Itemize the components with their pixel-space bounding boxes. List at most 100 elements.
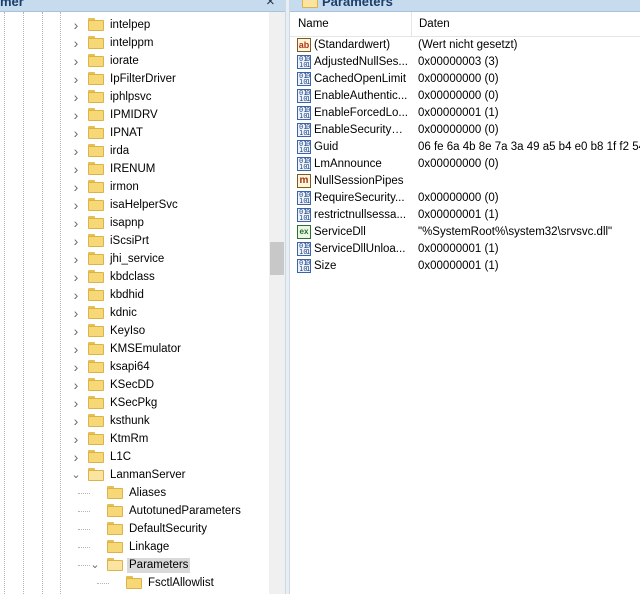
tree-item[interactable]: › IpFilterDriver xyxy=(0,70,269,88)
chevron-right-icon[interactable]: › xyxy=(70,252,82,266)
registry-value-row[interactable]: 01 10 0 1 EnableAuthentic... 0x00000000 (0) xyxy=(290,88,640,105)
values-column-header: Name Daten xyxy=(290,12,640,37)
close-icon[interactable]: × xyxy=(266,0,275,10)
tree-connector xyxy=(78,511,90,512)
chevron-right-icon[interactable]: › xyxy=(70,216,82,230)
tree-item[interactable]: › ksthunk xyxy=(0,412,269,430)
tree-item[interactable]: ⌄ LanmanServer xyxy=(0,466,269,484)
chevron-right-icon[interactable]: › xyxy=(70,234,82,248)
tree-pane-header: mer × xyxy=(0,0,285,12)
chevron-right-icon[interactable]: › xyxy=(70,108,82,122)
tree-item[interactable]: ⌄ Parameters xyxy=(0,556,269,574)
chevron-right-icon[interactable]: › xyxy=(70,414,82,428)
chevron-right-icon[interactable]: › xyxy=(70,72,82,86)
tree-item-label: kdnic xyxy=(110,307,137,319)
tree-item[interactable]: AutotunedParameters xyxy=(0,502,269,520)
registry-value-row[interactable]: 01 10 0 1 EnableForcedLo... 0x00000001 (1) xyxy=(290,105,640,122)
chevron-right-icon[interactable]: › xyxy=(70,180,82,194)
chevron-right-icon[interactable]: › xyxy=(70,162,82,176)
folder-icon xyxy=(88,36,104,49)
tree-item[interactable]: › KSecPkg xyxy=(0,394,269,412)
tree-item[interactable]: › intelppm xyxy=(0,34,269,52)
chevron-right-icon[interactable]: › xyxy=(70,18,82,32)
registry-value-row[interactable]: 01 10 0 1 Size 0x00000001 (1) xyxy=(290,258,640,275)
tree-item[interactable]: › KtmRm xyxy=(0,430,269,448)
chevron-down-icon[interactable]: ⌄ xyxy=(89,558,101,572)
chevron-down-icon[interactable]: ⌄ xyxy=(70,468,82,482)
value-name: ServiceDll xyxy=(314,226,366,238)
tree-item[interactable]: Linkage xyxy=(0,538,269,556)
registry-value-row[interactable]: 01 10 0 1 CachedOpenLimit 0x00000000 (0) xyxy=(290,71,640,88)
value-name: AdjustedNullSes... xyxy=(314,56,408,68)
registry-value-row[interactable]: 01 10 0 1 RequireSecurity... 0x00000000 (0) xyxy=(290,190,640,207)
tree-item[interactable]: › irda xyxy=(0,142,269,160)
chevron-right-icon[interactable]: › xyxy=(70,270,82,284)
tree-item[interactable]: › isaHelperSvc xyxy=(0,196,269,214)
tree-item-label: intelppm xyxy=(110,37,154,49)
tree-item[interactable]: Aliases xyxy=(0,484,269,502)
tree-item[interactable]: › IRENUM xyxy=(0,160,269,178)
value-data: 0x00000001 (1) xyxy=(418,243,499,255)
tree-item[interactable]: › kbdclass xyxy=(0,268,269,286)
tree-item[interactable]: › L1C xyxy=(0,448,269,466)
tree-item-label: FsctlAllowlist xyxy=(148,577,214,589)
registry-value-row[interactable]: ex ServiceDll "%SystemRoot%\system32\srvsv… xyxy=(290,224,640,241)
chevron-right-icon[interactable]: › xyxy=(70,432,82,446)
chevron-right-icon[interactable]: › xyxy=(70,360,82,374)
tree-item[interactable]: › kbdhid xyxy=(0,286,269,304)
tree-item[interactable]: › kdnic xyxy=(0,304,269,322)
registry-value-row[interactable]: 01 10 0 1 ServiceDllUnloa... 0x00000001 (1) xyxy=(290,241,640,258)
tree-connector xyxy=(78,493,90,494)
chevron-right-icon[interactable]: › xyxy=(70,450,82,464)
tree-item[interactable]: FsctlAllowlist xyxy=(0,574,269,592)
chevron-right-icon[interactable]: › xyxy=(70,342,82,356)
tree-item[interactable]: › IPNAT xyxy=(0,124,269,142)
folder-open-icon xyxy=(88,468,104,481)
tree-item[interactable]: › iphlpsvc xyxy=(0,88,269,106)
tree-item-label: L1C xyxy=(110,451,132,463)
tree-item-label: irda xyxy=(110,145,130,157)
value-name: EnableForcedLo... xyxy=(314,107,408,119)
tree-item[interactable]: › ksapi64 xyxy=(0,358,269,376)
folder-icon xyxy=(88,270,104,283)
chevron-right-icon[interactable]: › xyxy=(70,144,82,158)
tree-item[interactable]: › jhi_service xyxy=(0,250,269,268)
column-header-data[interactable]: Daten xyxy=(411,12,639,36)
chevron-right-icon[interactable]: › xyxy=(70,36,82,50)
registry-value-row[interactable]: 01 10 0 1 AdjustedNullSes... 0x00000003 (3) xyxy=(290,54,640,71)
tree-vertical-scrollbar[interactable] xyxy=(269,12,285,594)
column-header-name[interactable]: Name xyxy=(290,12,412,36)
registry-value-row[interactable]: m NullSessionPipes xyxy=(290,173,640,190)
tree-item[interactable]: › isapnp xyxy=(0,214,269,232)
tree-item[interactable]: › KSecDD xyxy=(0,376,269,394)
tree-item[interactable]: › IPMIDRV xyxy=(0,106,269,124)
scrollbar-thumb[interactable] xyxy=(270,242,284,275)
tree-item[interactable]: › KMSEmulator xyxy=(0,340,269,358)
value-name: (Standardwert) xyxy=(314,39,391,51)
tree-item[interactable]: › KeyIso xyxy=(0,322,269,340)
value-name: restrictnullsessa... xyxy=(314,209,407,221)
chevron-right-icon[interactable]: › xyxy=(70,288,82,302)
chevron-right-icon[interactable]: › xyxy=(70,54,82,68)
chevron-right-icon[interactable]: › xyxy=(70,396,82,410)
chevron-right-icon[interactable]: › xyxy=(70,198,82,212)
expand-string-value-icon: ex xyxy=(297,225,311,239)
tree-item[interactable]: › irmon xyxy=(0,178,269,196)
chevron-right-icon[interactable]: › xyxy=(70,324,82,338)
registry-value-row[interactable]: 01 10 0 1 LmAnnounce 0x00000000 (0) xyxy=(290,156,640,173)
tree-item[interactable]: › intelpep xyxy=(0,16,269,34)
registry-value-row[interactable]: ab (Standardwert) (Wert nicht gesetzt) xyxy=(290,37,640,54)
chevron-right-icon[interactable]: › xyxy=(70,126,82,140)
folder-icon xyxy=(88,252,104,265)
tree-item[interactable]: › iorate xyxy=(0,52,269,70)
registry-value-row[interactable]: 01 10 0 1 Guid 06 fe 6a 4b 8e 7a 3a 49 a5 b4 … xyxy=(290,139,640,156)
tree-item[interactable]: DefaultSecurity xyxy=(0,520,269,538)
chevron-right-icon[interactable]: › xyxy=(70,90,82,104)
registry-value-row[interactable]: 01 10 0 1 restrictnullsessa... 0x00000001 (1) xyxy=(290,207,640,224)
chevron-right-icon[interactable]: › xyxy=(70,306,82,320)
tree-connector xyxy=(78,547,90,548)
tree-item[interactable]: › iScsiPrt xyxy=(0,232,269,250)
chevron-right-icon[interactable]: › xyxy=(70,378,82,392)
registry-value-row[interactable]: 01 10 0 1 EnableSecuritySi... 0x00000000 (0) xyxy=(290,122,640,139)
string-value-icon: ab xyxy=(297,38,311,52)
